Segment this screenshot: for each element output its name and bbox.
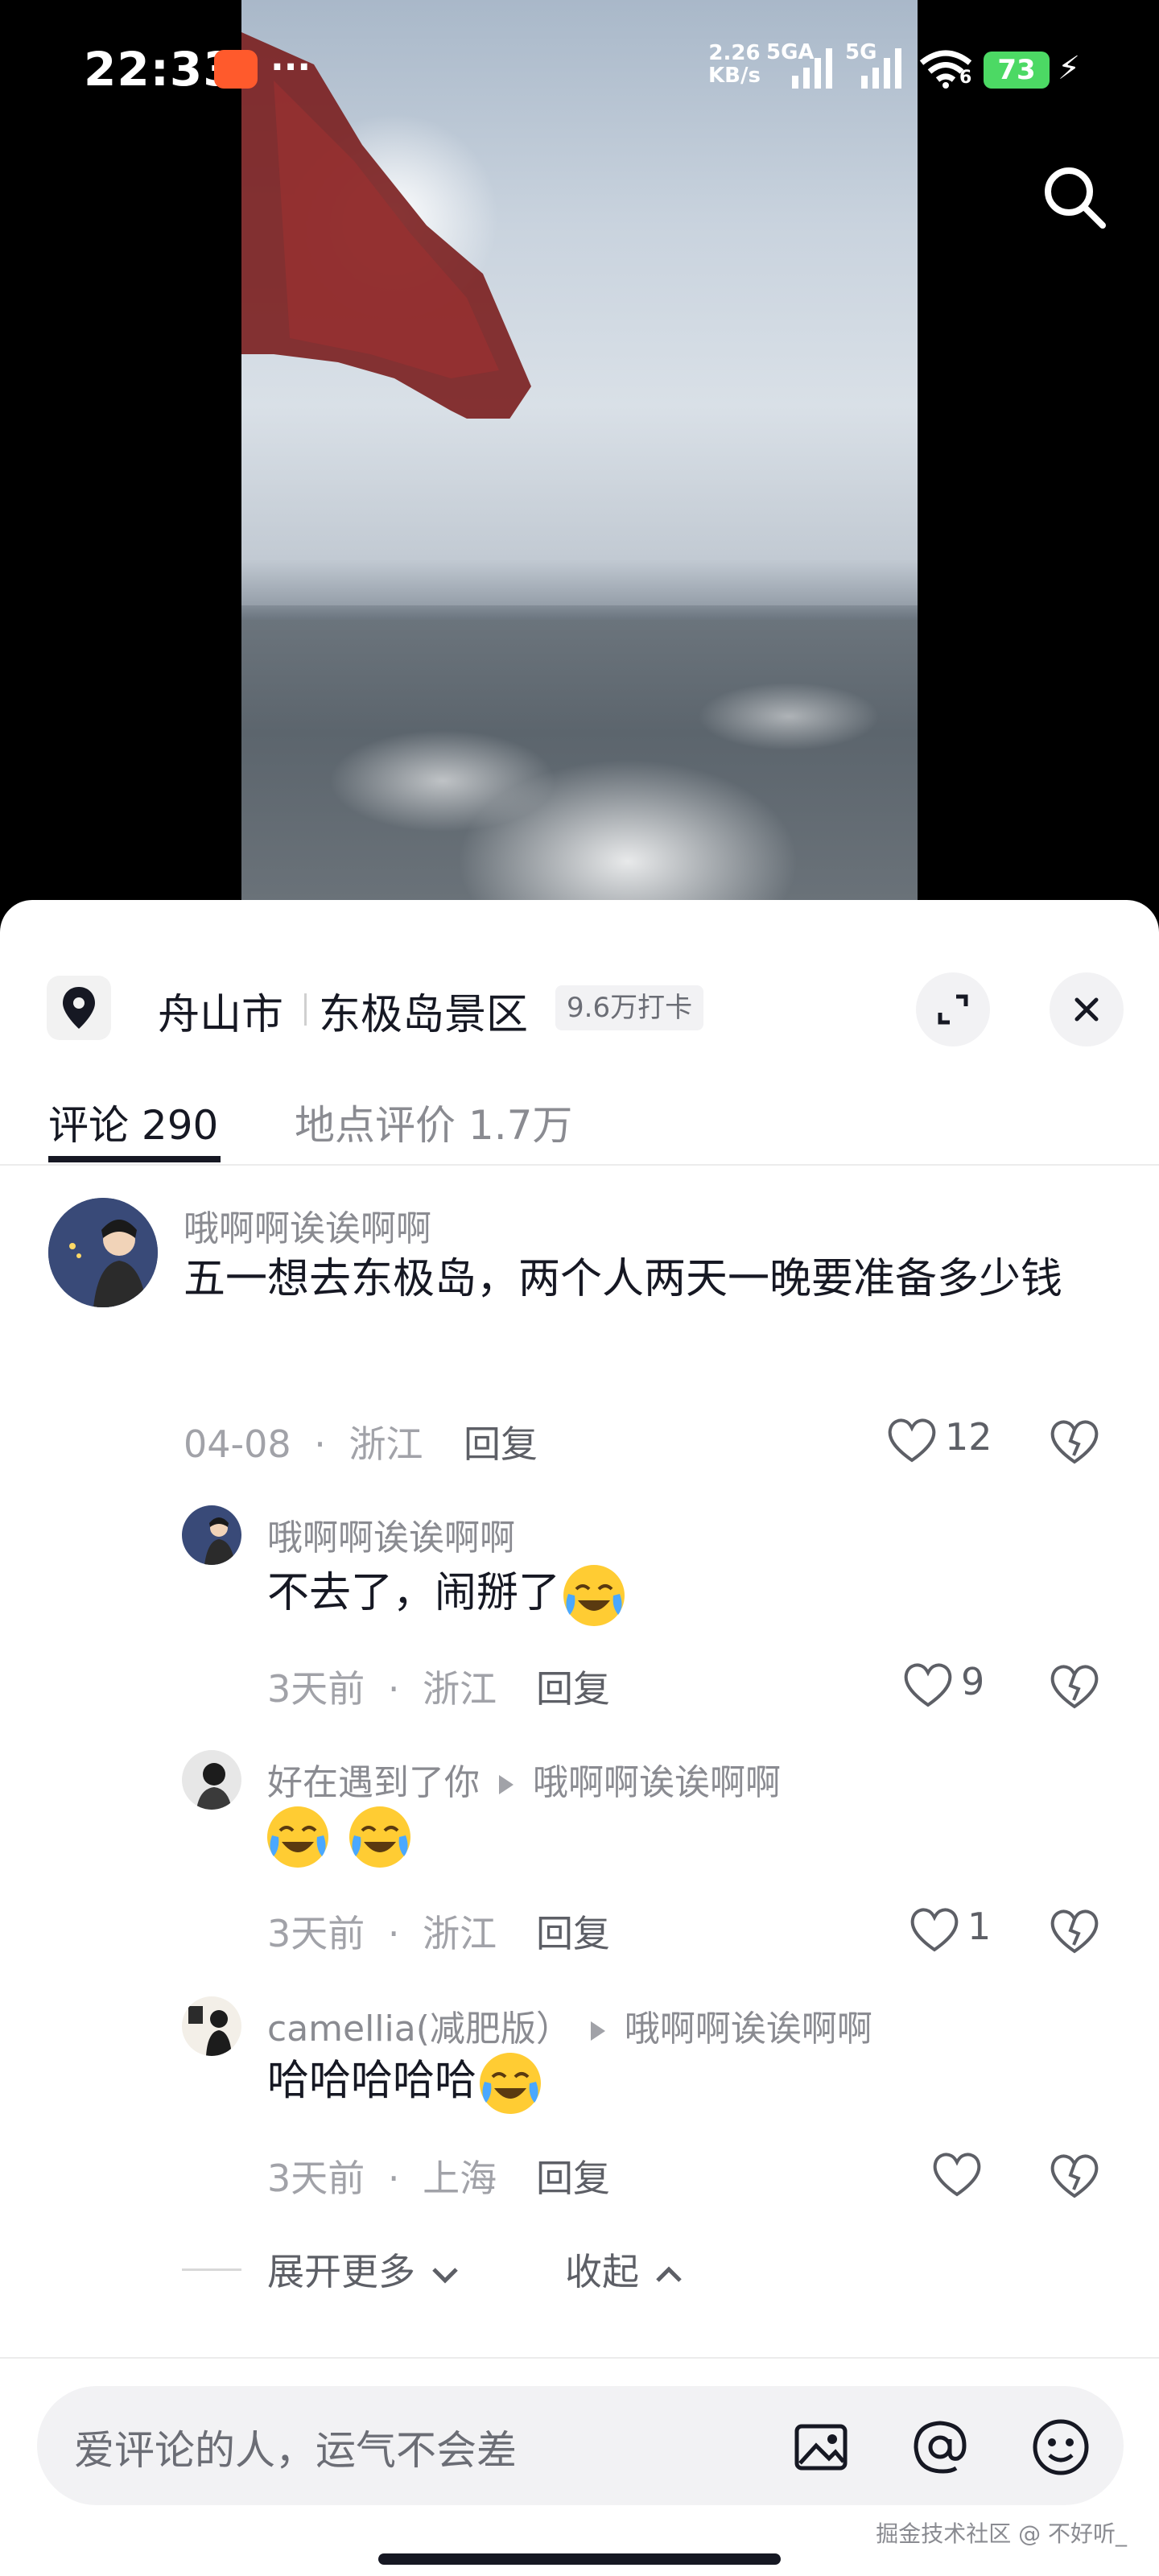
- status-bar: 22:33 ··· 2.26 KB/s 5GA 5G 6 73 ⚡: [0, 0, 1159, 137]
- reply-arrow-icon: [590, 2021, 605, 2041]
- tab-place-reviews[interactable]: 地点评价 1.7万: [295, 1093, 572, 1151]
- comment-meta: 04-08 · 浙江: [184, 1415, 423, 1468]
- overflow-dots: ···: [270, 47, 311, 88]
- reply-username-line: 好在遇到了你 哦啊啊诶诶啊啊: [267, 1753, 781, 1805]
- meta-separator: ·: [387, 2157, 400, 2200]
- chevron-down-icon: [431, 2267, 458, 2284]
- reply-button[interactable]: 回复: [464, 1415, 538, 1468]
- checkin-badge: 9.6万打卡: [555, 985, 704, 1030]
- location-spot[interactable]: 东极岛景区: [319, 980, 528, 1041]
- dislike-icon[interactable]: [1046, 2146, 1103, 2202]
- reply-text: 不去了，闹掰了: [267, 1557, 628, 1629]
- reply-username-line: camellia(减肥版） 哦啊啊诶诶啊啊: [267, 2000, 872, 2051]
- like-count: 9: [961, 1660, 985, 1703]
- reply-region: 上海: [423, 2157, 497, 2200]
- dislike-icon[interactable]: [1046, 1412, 1103, 1468]
- location-header: 舟山市 东极岛景区 9.6万打卡: [0, 932, 1159, 1046]
- reply-region: 浙江: [423, 1667, 497, 1711]
- avatar[interactable]: [182, 1996, 241, 2056]
- laugh-cry-emoji-icon: [480, 2053, 542, 2114]
- at-icon[interactable]: [908, 2415, 972, 2479]
- tab-underline: [48, 1156, 221, 1162]
- screen: 22:33 ··· 2.26 KB/s 5GA 5G 6 73 ⚡ 舟山市 东极…: [0, 0, 1159, 2576]
- app-notification-icon: [214, 50, 258, 89]
- tab-comments[interactable]: 评论 290: [48, 1093, 218, 1151]
- home-indicator[interactable]: [378, 2553, 781, 2565]
- heart-icon[interactable]: [930, 2146, 984, 2202]
- heart-icon[interactable]: [901, 1657, 955, 1713]
- reply-date: 3天前: [267, 1667, 365, 1711]
- dislike-icon[interactable]: [1046, 1657, 1103, 1713]
- collapse-label: 收起: [565, 2250, 639, 2293]
- charging-bolt-icon: ⚡: [1058, 50, 1081, 87]
- signal-icon: [861, 48, 901, 89]
- expand-icon: [938, 994, 968, 1025]
- reply-date: 3天前: [267, 1912, 365, 1955]
- reply-username[interactable]: camellia(减肥版）: [267, 2008, 571, 2050]
- comment-date: 04-08: [184, 1422, 291, 1466]
- reply-text-content: 不去了，闹掰了: [267, 1569, 561, 1617]
- laugh-cry-emoji-icon: [267, 1806, 328, 1868]
- reply-date: 3天前: [267, 2157, 365, 2200]
- net-speed-unit: KB/s: [708, 64, 761, 88]
- meta-separator: ·: [387, 1912, 400, 1955]
- like-count: 1: [967, 1905, 992, 1948]
- avatar[interactable]: [48, 1198, 158, 1307]
- reply-text: [264, 1798, 414, 1871]
- watermark: 掘金技术社区 @ 不好听_: [876, 2520, 1127, 2547]
- comment-text: 五一想去东极岛，两个人两天一晚要准备多少钱: [184, 1255, 1063, 1303]
- reply-text-content: 哈哈哈哈哈: [267, 2057, 477, 2105]
- wifi-label: 6: [959, 68, 972, 88]
- emoji-icon[interactable]: [1029, 2415, 1093, 2479]
- reply-region: 浙江: [423, 1912, 497, 1955]
- reply-text: 哈哈哈哈哈: [267, 2045, 544, 2117]
- comment-region: 浙江: [349, 1422, 423, 1466]
- meta-separator: ·: [387, 1667, 400, 1711]
- comment-input-bar: 爱评论的人，运气不会差 掘金技术社区 @ 不好听_: [0, 2357, 1159, 2576]
- close-icon: [1074, 997, 1099, 1022]
- reply-button[interactable]: 回复: [536, 1660, 610, 1713]
- laugh-cry-emoji-icon: [349, 1806, 410, 1868]
- reply-username[interactable]: 哦啊啊诶诶啊啊: [267, 1509, 515, 1560]
- reply-to-username[interactable]: 哦啊啊诶诶啊啊: [533, 1762, 781, 1803]
- chevron-up-icon: [655, 2265, 682, 2282]
- reply-arrow-icon: [499, 1775, 514, 1794]
- comment-input[interactable]: 爱评论的人，运气不会差: [37, 2386, 1124, 2505]
- location-city[interactable]: 舟山市: [158, 980, 283, 1041]
- reply-button[interactable]: 回复: [536, 1905, 610, 1958]
- avatar[interactable]: [182, 1505, 241, 1565]
- expand-more-button[interactable]: 展开更多: [267, 2243, 463, 2296]
- reply-username[interactable]: 好在遇到了你: [267, 1762, 480, 1803]
- video-sea: [241, 620, 918, 902]
- comment-input-placeholder: 爱评论的人，运气不会差: [74, 2427, 517, 2474]
- location-divider: [304, 993, 307, 1026]
- signal-icon: [792, 48, 832, 89]
- dislike-icon[interactable]: [1046, 1901, 1103, 1958]
- net-speed-value: 2.26: [708, 41, 761, 65]
- expand-more-label: 展开更多: [267, 2250, 415, 2293]
- collapse-button[interactable]: 收起: [565, 2243, 687, 2296]
- reply-to-username[interactable]: 哦啊啊诶诶啊啊: [625, 2008, 872, 2050]
- heart-icon[interactable]: [885, 1412, 938, 1468]
- thread-divider: [182, 2268, 241, 2271]
- close-button[interactable]: [1050, 972, 1124, 1046]
- search-icon[interactable]: [1038, 161, 1111, 233]
- location-pin-icon: [47, 976, 111, 1040]
- reply-meta: 3天前 · 浙江: [267, 1660, 497, 1713]
- net-speed: 2.26 KB/s: [708, 42, 761, 87]
- reply-meta: 3天前 · 上海: [267, 2149, 497, 2202]
- laugh-cry-emoji-icon: [563, 1565, 625, 1626]
- image-icon[interactable]: [789, 2415, 853, 2479]
- avatar[interactable]: [182, 1750, 241, 1810]
- meta-separator: ·: [314, 1422, 326, 1466]
- reply-button[interactable]: 回复: [536, 2149, 610, 2202]
- like-count: 12: [945, 1415, 992, 1459]
- expand-button[interactable]: [916, 972, 990, 1046]
- heart-icon[interactable]: [908, 1901, 961, 1958]
- battery-indicator: 73: [984, 52, 1050, 89]
- comment-sheet: 舟山市 东极岛景区 9.6万打卡 评论 290 地点评价 1.7万 哦啊啊诶诶啊…: [0, 900, 1159, 2576]
- reply-meta: 3天前 · 浙江: [267, 1905, 497, 1958]
- tab-bar: 评论 290 地点评价 1.7万: [0, 1061, 1159, 1166]
